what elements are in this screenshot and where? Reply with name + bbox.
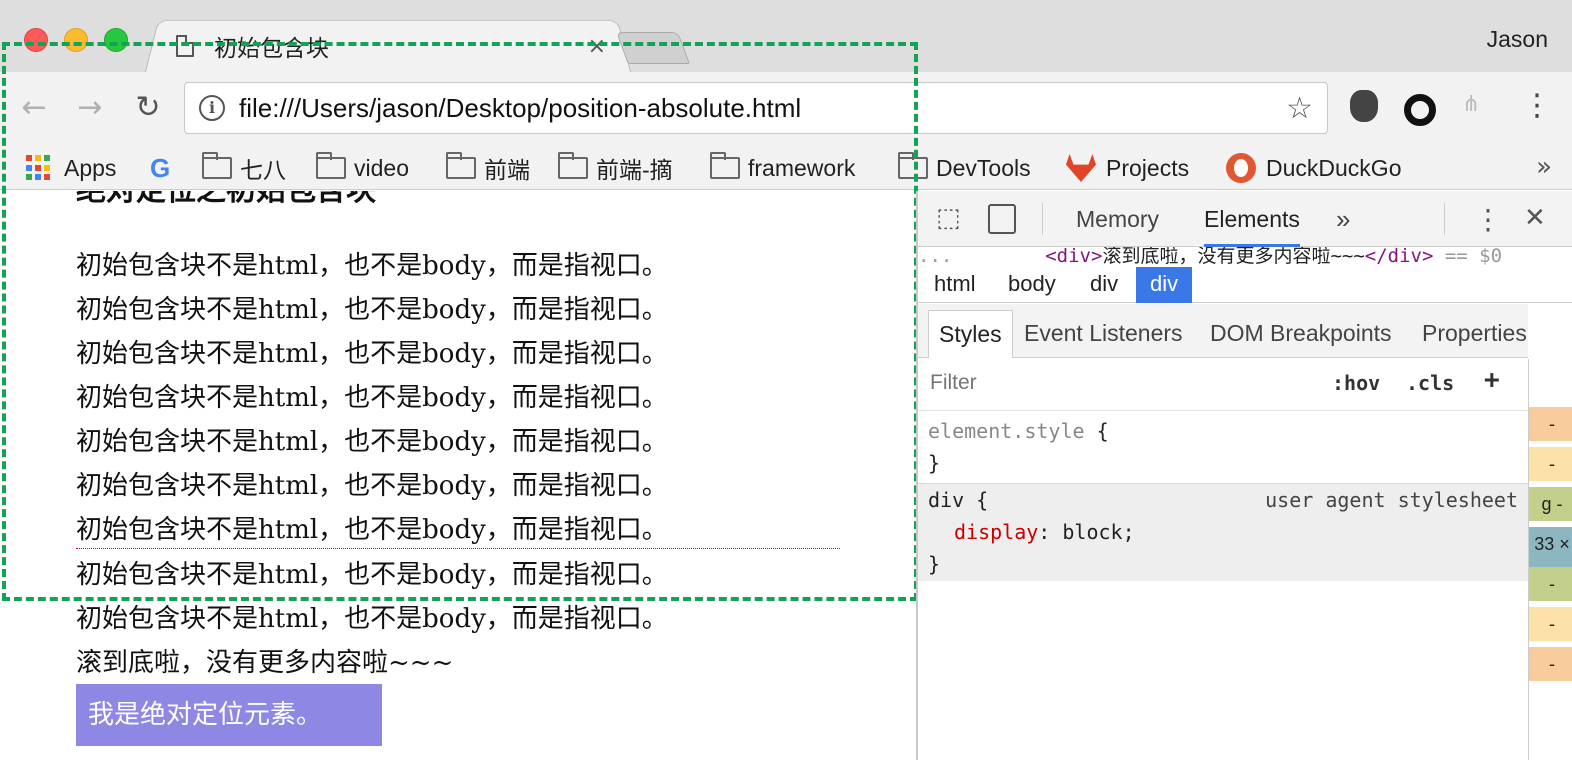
reload-button[interactable]: ↻ bbox=[128, 86, 168, 130]
folder-icon bbox=[898, 152, 928, 179]
box-model-panel: --g -33 × 2--- bbox=[1528, 359, 1572, 760]
page-heading: 绝对定位之初始包含块 bbox=[76, 191, 376, 209]
paragraph-line: 初始包含块不是html，也不是body，而是指视口。 bbox=[76, 427, 668, 457]
tab-title: 初始包含块 bbox=[214, 36, 329, 62]
tab-memory[interactable]: Memory bbox=[1076, 191, 1159, 247]
opera-icon[interactable] bbox=[1404, 94, 1436, 126]
class-toggle-button[interactable]: .cls bbox=[1406, 371, 1454, 395]
paragraph-line: 初始包含块不是html，也不是body，而是指视口。 bbox=[76, 560, 668, 590]
box-model-cell: - bbox=[1529, 407, 1572, 441]
bookmark-apps[interactable]: Apps bbox=[26, 150, 116, 186]
folder-icon bbox=[710, 152, 740, 179]
close-tab-icon[interactable]: × bbox=[588, 34, 606, 59]
bookmark-folder-framework[interactable]: framework bbox=[710, 150, 855, 186]
apps-grid-icon bbox=[26, 155, 52, 181]
url-text[interactable]: file:///Users/jason/Desktop/position-abs… bbox=[239, 93, 1286, 124]
paragraph-line: 初始包含块不是html，也不是body，而是指视口。 bbox=[76, 251, 668, 281]
box-model-cell: - bbox=[1529, 567, 1572, 601]
breadcrumb-html[interactable]: html bbox=[920, 267, 990, 303]
end-line: 滚到底啦，没有更多内容啦~~~ bbox=[76, 648, 454, 678]
hover-state-button[interactable]: :hov bbox=[1332, 371, 1380, 395]
paragraph-line: 初始包含块不是html，也不是body，而是指视口。 bbox=[76, 471, 668, 501]
bookmark-projects[interactable]: Projects bbox=[1066, 150, 1189, 186]
browser-toolbar: ← → ↻ i file:///Users/jason/Desktop/posi… bbox=[0, 72, 1572, 146]
user-agent-stylesheet-label: user agent stylesheet bbox=[1265, 488, 1518, 512]
folder-icon bbox=[446, 152, 476, 179]
breadcrumb: html body div div bbox=[918, 267, 1572, 303]
close-window-button[interactable] bbox=[24, 28, 48, 52]
sitemap-icon[interactable]: ⋔ bbox=[1462, 92, 1480, 117]
inspect-element-icon[interactable]: ⬚ bbox=[936, 203, 961, 233]
bookmark-duckduckgo[interactable]: DuckDuckGo bbox=[1226, 150, 1401, 186]
tab-properties[interactable]: Properties bbox=[1412, 310, 1537, 358]
folder-icon bbox=[316, 152, 346, 179]
bookmark-star-icon[interactable]: ☆ bbox=[1286, 91, 1313, 126]
document-icon bbox=[176, 35, 194, 57]
device-toggle-icon[interactable] bbox=[988, 204, 1016, 234]
element-highlight-line bbox=[76, 548, 840, 549]
paragraph-line: 初始包含块不是html，也不是body，而是指视口。 bbox=[76, 383, 668, 413]
tab-content[interactable]: 初始包含块 × bbox=[176, 26, 606, 66]
bookmarks-overflow-icon[interactable]: » bbox=[1536, 152, 1552, 182]
breadcrumb-body[interactable]: body bbox=[994, 267, 1070, 303]
box-model-cell: - bbox=[1529, 447, 1572, 481]
styles-subtabs: Styles Event Listeners DOM Breakpoints P… bbox=[918, 304, 1528, 358]
tab-event-listeners[interactable]: Event Listeners bbox=[1014, 310, 1193, 358]
box-model-cell: - bbox=[1529, 607, 1572, 641]
toolbar-separator bbox=[1042, 203, 1043, 235]
paragraph-line: 初始包含块不是html，也不是body，而是指视口。 bbox=[76, 295, 668, 325]
bookmark-google[interactable]: G bbox=[150, 150, 178, 186]
minimize-window-button[interactable] bbox=[64, 28, 88, 52]
bookmark-folder-frontend[interactable]: 前端 bbox=[446, 150, 530, 186]
devtools-menu-icon[interactable]: ⋮ bbox=[1474, 203, 1502, 236]
box-model-cell: - bbox=[1529, 647, 1572, 681]
bookmarks-bar: Apps G 七八 video 前端 前端-摘 framework DevToo… bbox=[0, 146, 1572, 190]
breadcrumb-div[interactable]: div bbox=[1076, 267, 1132, 303]
evernote-icon[interactable] bbox=[1350, 90, 1378, 122]
back-button[interactable]: ← bbox=[14, 86, 54, 130]
box-model-cell: g - bbox=[1529, 487, 1572, 521]
page-viewport: 绝对定位之初始包含块 初始包含块不是html，也不是body，而是指视口。 初始… bbox=[0, 191, 916, 760]
new-rule-button[interactable]: + bbox=[1484, 365, 1500, 395]
tab-elements[interactable]: Elements bbox=[1204, 191, 1300, 247]
address-bar[interactable]: i file:///Users/jason/Desktop/position-a… bbox=[184, 82, 1328, 134]
bookmark-folder-devtools[interactable]: DevTools bbox=[898, 150, 1031, 186]
element-style-rule[interactable]: element.style { } bbox=[918, 413, 1528, 483]
new-tab-button[interactable] bbox=[616, 32, 690, 64]
toolbar-separator bbox=[1444, 203, 1445, 235]
folder-icon bbox=[202, 152, 232, 179]
tab-styles[interactable]: Styles bbox=[928, 310, 1013, 358]
dom-tree-peek[interactable]: ... <div>滚到底啦，没有更多内容啦~~~</div> == $0 bbox=[918, 247, 1572, 269]
absolute-positioned-box: 我是绝对定位元素。 bbox=[76, 684, 382, 746]
paragraph-line: 初始包含块不是html，也不是body，而是指视口。 bbox=[76, 339, 668, 369]
styles-filter-bar: :hov .cls + bbox=[918, 359, 1528, 411]
bookmark-folder-frontend-excerpt[interactable]: 前端-摘 bbox=[558, 150, 673, 186]
maximize-window-button[interactable] bbox=[104, 28, 128, 52]
breadcrumb-div-selected[interactable]: div bbox=[1136, 267, 1193, 303]
duckduckgo-icon bbox=[1226, 153, 1256, 183]
div-user-agent-rule[interactable]: div { user agent stylesheet display: blo… bbox=[918, 483, 1528, 581]
css-property-value: block; bbox=[1062, 520, 1135, 544]
forward-button[interactable]: → bbox=[70, 86, 110, 130]
styles-filter-input[interactable] bbox=[930, 371, 1310, 395]
bookmark-folder-qiba[interactable]: 七八 bbox=[202, 150, 286, 186]
more-tabs-icon[interactable]: » bbox=[1336, 191, 1350, 247]
gitlab-icon bbox=[1066, 154, 1096, 182]
paragraph-line: 初始包含块不是html，也不是body，而是指视口。 bbox=[76, 604, 668, 634]
google-icon: G bbox=[150, 152, 171, 183]
devtools-toolbar: ⬚ Memory Elements » ⋮ ✕ bbox=[918, 191, 1572, 247]
window-title-bar: 初始包含块 × Jason bbox=[0, 0, 1572, 76]
css-property-name: display bbox=[954, 520, 1039, 544]
bookmark-folder-video[interactable]: video bbox=[316, 150, 409, 186]
tab-dom-breakpoints[interactable]: DOM Breakpoints bbox=[1200, 310, 1402, 358]
paragraph-line: 初始包含块不是html，也不是body，而是指视口。 bbox=[76, 515, 668, 545]
menu-icon[interactable]: ⋮ bbox=[1522, 88, 1552, 123]
folder-icon bbox=[558, 152, 588, 179]
close-devtools-icon[interactable]: ✕ bbox=[1524, 203, 1546, 233]
devtools-panel: ⬚ Memory Elements » ⋮ ✕ ... <div>滚到底啦，没有… bbox=[916, 191, 1572, 760]
info-icon[interactable]: i bbox=[199, 95, 225, 121]
profile-name[interactable]: Jason bbox=[1487, 26, 1548, 53]
